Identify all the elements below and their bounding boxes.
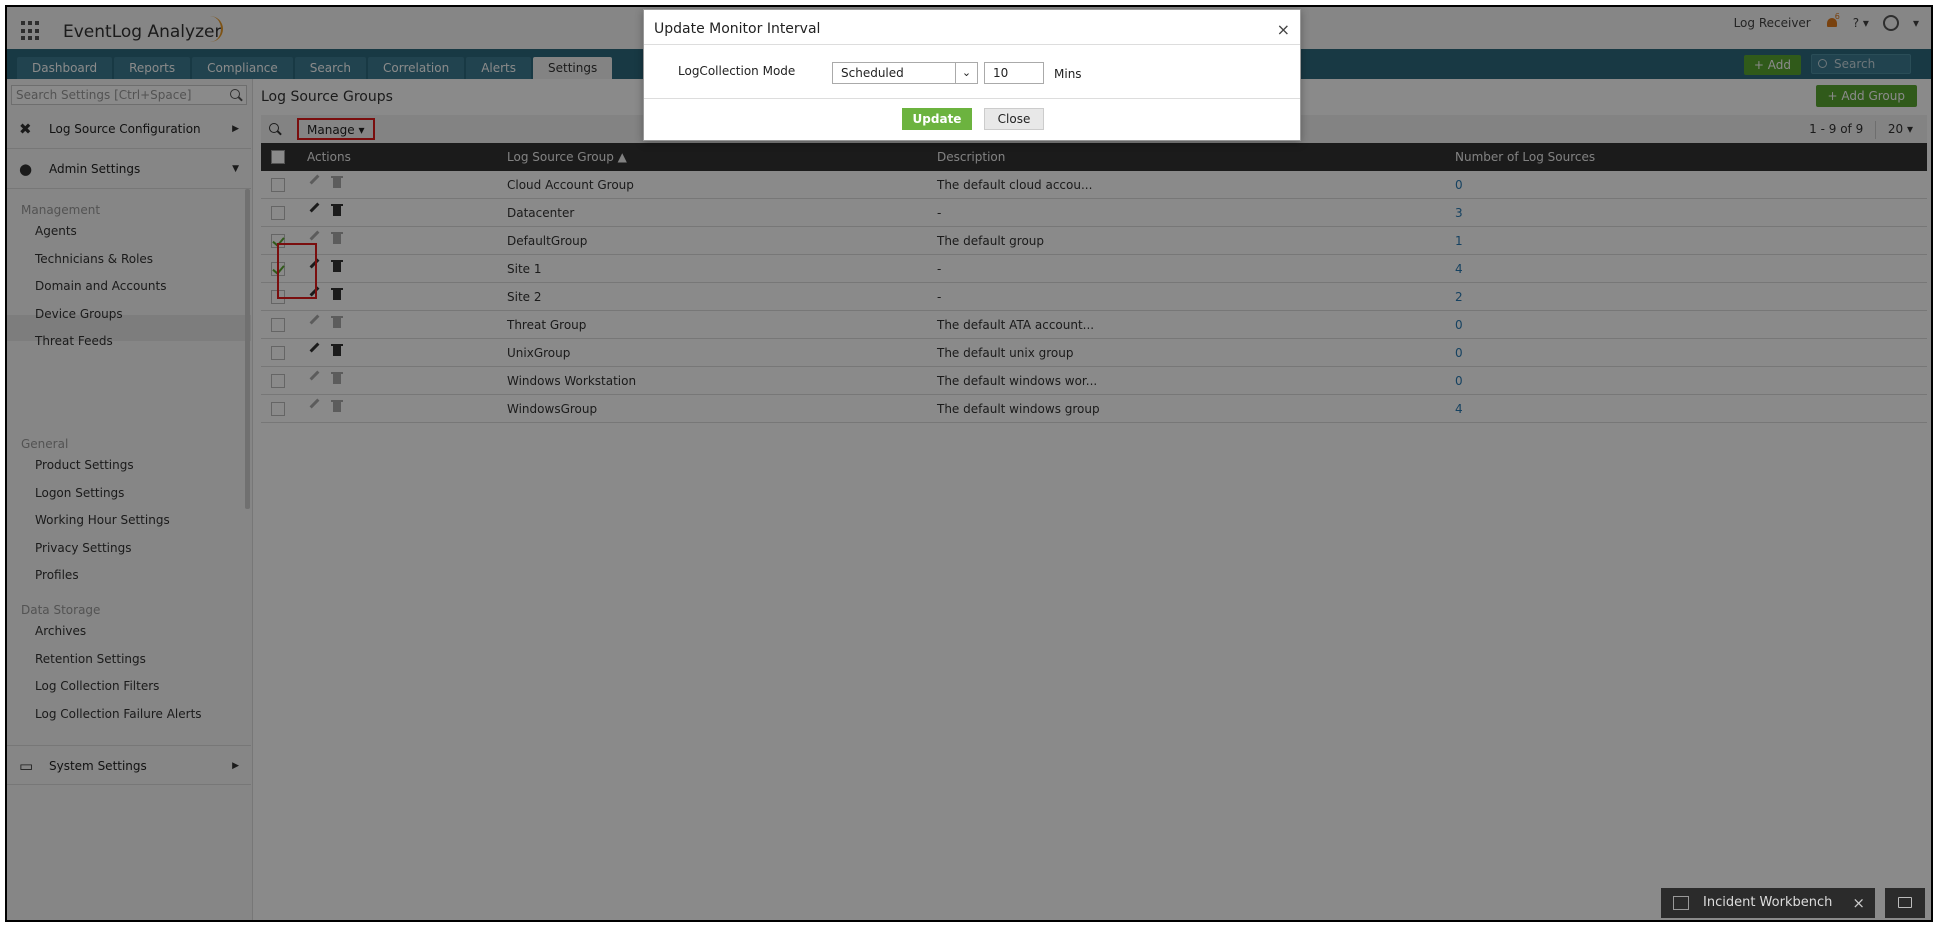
interval-unit: Mins xyxy=(1054,67,1082,81)
close-icon[interactable]: × xyxy=(1277,20,1290,39)
workbench-icon xyxy=(1673,896,1689,910)
close-button[interactable]: Close xyxy=(984,108,1044,130)
log-collection-mode-select[interactable]: Scheduled ⌄ xyxy=(832,62,978,84)
incident-workbench-bar[interactable]: Incident Workbench × xyxy=(1661,888,1875,918)
chevron-down-icon[interactable]: ⌄ xyxy=(955,63,977,83)
workbench-label: Incident Workbench xyxy=(1703,895,1833,910)
update-monitor-interval-dialog: Update Monitor Interval × LogCollection … xyxy=(643,9,1301,141)
chat-button[interactable] xyxy=(1885,888,1925,918)
log-collection-mode-label: LogCollection Mode xyxy=(678,64,796,78)
chat-icon xyxy=(1898,897,1912,908)
dialog-title: Update Monitor Interval xyxy=(654,21,821,37)
close-icon[interactable]: × xyxy=(1852,888,1865,918)
mode-value: Scheduled xyxy=(841,66,904,80)
app-window: EventLog Analyzer Log Receiver 6 ? ▾ ▾ D… xyxy=(5,5,1933,922)
modal-overlay xyxy=(7,7,1931,920)
interval-input[interactable]: 10 xyxy=(984,62,1044,84)
update-button[interactable]: Update xyxy=(902,108,972,130)
